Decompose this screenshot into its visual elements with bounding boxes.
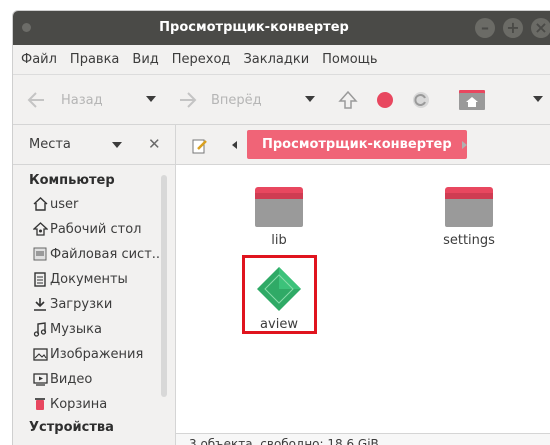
menu-bar: Файл Правка Вид Переход Закладки Помощь — [13, 45, 550, 75]
file-name: settings — [443, 233, 495, 248]
music-icon — [32, 321, 48, 337]
home-button[interactable] — [459, 90, 485, 110]
sidebar-item-label: user — [50, 196, 79, 212]
places-dropdown-icon[interactable] — [112, 142, 122, 148]
sidebar-item-label: Загрузки — [50, 296, 113, 312]
reload-icon — [413, 92, 429, 108]
sidebar-scrollbar[interactable] — [161, 175, 167, 397]
status-bar: 3 объекта, свободно: 18,6 GiB — [176, 433, 550, 445]
sidebar-item-filesystem[interactable]: Файловая сист... — [32, 243, 164, 265]
menu-help[interactable]: Помощь — [322, 52, 377, 67]
stop-button[interactable] — [376, 90, 394, 110]
menu-go[interactable]: Переход — [172, 52, 231, 67]
stop-icon — [377, 92, 393, 108]
sidebar-item-pictures[interactable]: Изображения — [32, 343, 143, 365]
folder-icon — [445, 187, 493, 227]
breadcrumb-current[interactable]: Просмотрщик-конвертер — [247, 130, 467, 159]
sidebar-item-label: Файловая сист... — [50, 246, 165, 262]
menu-view[interactable]: Вид — [132, 52, 158, 67]
places-label: Места — [29, 137, 71, 152]
close-button[interactable]: × — [531, 18, 550, 38]
sidebar: Компьютер user Рабочий стол Файловая сис… — [13, 165, 176, 445]
sidebar-heading-devices: Устройства — [29, 420, 114, 435]
places-selector[interactable]: Места ✕ — [13, 125, 176, 165]
forward-button[interactable]: Вперёд — [177, 90, 262, 110]
forward-history-dropdown[interactable] — [305, 96, 315, 102]
home-folder-icon — [459, 90, 485, 110]
video-icon — [32, 371, 48, 387]
file-manager-window: Просмотрщик-конвертер – + × Файл Правка … — [12, 10, 550, 445]
home-dropdown[interactable] — [533, 96, 543, 102]
sidebar-item-videos[interactable]: Видео — [32, 368, 92, 390]
sidebar-heading-computer: Компьютер — [29, 173, 115, 188]
toolbar: Назад Вперёд — [13, 75, 550, 125]
edit-location-icon[interactable] — [192, 138, 208, 154]
forward-label: Вперёд — [211, 92, 262, 108]
path-scroll-right-icon[interactable] — [462, 141, 467, 149]
sidebar-item-music[interactable]: Музыка — [32, 318, 102, 340]
up-button[interactable] — [337, 90, 359, 110]
title-bar[interactable]: Просмотрщик-конвертер – + × — [13, 11, 550, 45]
file-view[interactable]: lib settings aview 3 объекта, свободно: … — [176, 165, 550, 445]
close-sidebar-icon[interactable]: ✕ — [148, 135, 161, 153]
reload-button[interactable] — [411, 90, 431, 110]
file-name: lib — [271, 233, 287, 248]
sidebar-item-label: Изображения — [50, 346, 144, 362]
sidebar-item-home[interactable]: user — [32, 193, 78, 215]
sidebar-item-label: Видео — [50, 371, 93, 387]
sidebar-item-downloads[interactable]: Загрузки — [32, 293, 112, 315]
path-scroll-left-icon[interactable] — [232, 141, 237, 149]
menu-edit[interactable]: Правка — [70, 52, 119, 67]
forward-arrow-icon — [180, 92, 197, 108]
download-icon — [32, 296, 48, 312]
window-title: Просмотрщик-конвертер — [159, 20, 349, 35]
menu-bookmarks[interactable]: Закладки — [243, 52, 309, 67]
home-icon — [32, 196, 48, 212]
path-bar: Просмотрщик-конвертер — [176, 125, 550, 165]
folder-icon — [255, 187, 303, 227]
file-item-lib[interactable]: lib — [229, 187, 329, 248]
back-label: Назад — [61, 92, 103, 108]
document-icon — [32, 271, 48, 287]
drive-icon — [32, 246, 48, 262]
file-item-settings[interactable]: settings — [419, 187, 519, 248]
trash-icon — [32, 396, 48, 412]
sidebar-item-label: Корзина — [50, 396, 108, 412]
selection-highlight — [242, 255, 317, 334]
minimize-button[interactable]: – — [475, 18, 495, 38]
sidebar-item-trash[interactable]: Корзина — [32, 393, 107, 415]
sidebar-item-documents[interactable]: Документы — [32, 268, 128, 290]
back-history-dropdown[interactable] — [146, 96, 156, 102]
maximize-button[interactable]: + — [503, 18, 523, 38]
back-arrow-icon — [27, 92, 44, 108]
back-button[interactable]: Назад — [27, 90, 103, 110]
sidebar-item-label: Документы — [50, 271, 128, 287]
image-icon — [32, 346, 48, 362]
menu-file[interactable]: Файл — [21, 52, 57, 67]
sidebar-item-desktop[interactable]: Рабочий стол — [32, 218, 141, 240]
desktop-icon — [32, 221, 48, 237]
sidebar-item-label: Рабочий стол — [50, 221, 142, 237]
sidebar-item-label: Музыка — [50, 321, 102, 337]
up-arrow-icon — [338, 90, 358, 109]
